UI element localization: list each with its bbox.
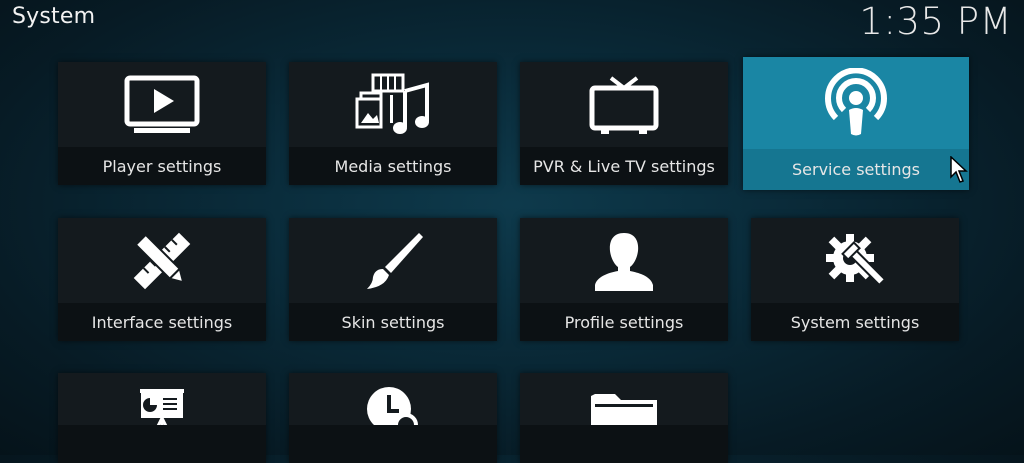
monitor-play-icon (58, 62, 266, 147)
tile-media-settings[interactable]: Media settings (289, 62, 497, 185)
clock: 1:35 PM (859, 0, 1012, 43)
tile-label (520, 425, 728, 463)
tile-label: Interface settings (58, 303, 266, 341)
podcast-icon (743, 57, 969, 149)
tile-label: System settings (751, 303, 959, 341)
tile-interface-settings[interactable]: Interface settings (58, 218, 266, 341)
tile-label: Skin settings (289, 303, 497, 341)
tile-label: Service settings (743, 149, 969, 190)
window-title: System (12, 4, 96, 29)
user-icon (520, 218, 728, 303)
gear-wrench-icon (751, 218, 959, 303)
tile-label: Profile settings (520, 303, 728, 341)
tile-skin-settings[interactable]: Skin settings (289, 218, 497, 341)
tile-label (58, 425, 266, 463)
tile-pvr-live-tv-settings[interactable]: PVR & Live TV settings (520, 62, 728, 185)
tile-presentation[interactable] (58, 373, 266, 463)
tile-profile-settings[interactable]: Profile settings (520, 218, 728, 341)
media-icon (289, 62, 497, 147)
tile-label: Player settings (58, 147, 266, 185)
tile-label (289, 425, 497, 463)
mouse-cursor-icon (950, 155, 968, 188)
ruler-pencil-icon (58, 218, 266, 303)
tv-icon (520, 62, 728, 147)
tile-label: Media settings (289, 147, 497, 185)
tile-event-log[interactable] (289, 373, 497, 463)
tile-file-manager[interactable] (520, 373, 728, 463)
tile-service-settings[interactable]: Service settings (743, 57, 969, 190)
tile-player-settings[interactable]: Player settings (58, 62, 266, 185)
paintbrush-icon (289, 218, 497, 303)
tile-system-settings[interactable]: System settings (751, 218, 959, 341)
tile-label: PVR & Live TV settings (520, 147, 728, 185)
